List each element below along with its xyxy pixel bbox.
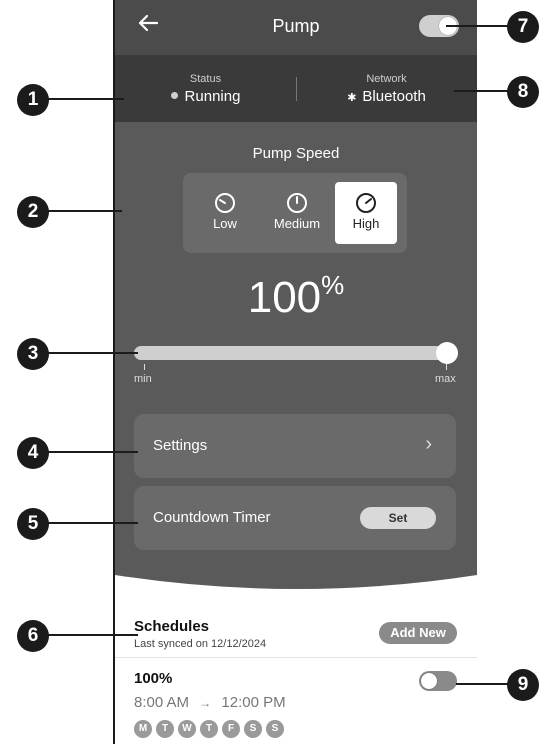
bluetooth-icon: ✱ [347,92,357,104]
day-badge: T [200,720,218,738]
callout-1: 1 [17,84,49,116]
status-value: Running [184,88,241,105]
callout-2: 2 [17,196,49,228]
speed-percent: 100% [115,270,477,323]
callout-line-3 [48,352,138,354]
settings-row[interactable]: Settings › [134,414,456,478]
status-section: Status Running [115,73,296,105]
callout-4: 4 [17,437,49,469]
speed-low-label: Low [213,216,237,231]
gauge-medium-icon [287,193,307,213]
speed-high-label: High [352,216,380,231]
day-badge: S [266,720,284,738]
speed-slider-track[interactable] [134,346,456,360]
app-header: Pump [115,0,477,55]
countdown-timer-row: Countdown Timer Set [134,486,456,550]
callout-9: 9 [507,669,539,701]
phone-screen: Pump Status Running Network ✱ Bluetooth P… [115,0,477,744]
settings-label: Settings [153,437,208,454]
speed-medium-label: Medium [273,216,321,231]
add-new-schedule-button[interactable]: Add New [379,622,457,644]
callout-line-2 [48,210,122,212]
callout-7: 7 [507,11,539,43]
callout-8: 8 [507,76,539,108]
callout-3: 3 [17,338,49,370]
status-dot-icon [170,92,178,99]
day-badge: M [134,720,152,738]
schedule-start-time: 8:00 AM [134,694,190,711]
countdown-timer-label: Countdown Timer [153,509,271,526]
callout-line-9 [456,683,508,685]
schedule-arrow-icon: → [199,696,212,710]
speed-selector: Low Medium High [183,173,407,253]
slider-max-tick [446,364,447,370]
callout-line-6 [48,634,138,636]
speed-medium-button[interactable]: Medium [263,182,331,244]
network-value: Bluetooth [362,88,426,105]
gauge-high-icon [356,193,376,213]
status-divider [296,77,297,101]
callout-line-8 [454,90,508,92]
speed-high-button[interactable]: High [335,182,397,244]
network-section: Network ✱ Bluetooth [296,73,477,105]
speed-percent-value: 100 [247,273,322,322]
speed-percent-symbol: % [321,270,345,300]
day-badge: T [156,720,174,738]
callout-line-5 [48,522,138,524]
schedule-item-title: 100% [134,670,173,687]
day-badge: S [244,720,262,738]
pump-speed-title: Pump Speed [252,145,340,162]
slider-min-label: min [134,373,152,385]
day-badge: F [222,720,240,738]
callout-5: 5 [17,508,49,540]
callout-line-1 [48,98,124,100]
toggle-knob [421,673,437,689]
callout-6: 6 [17,620,49,652]
set-timer-button[interactable]: Set [360,507,436,529]
last-synced-text: Last synced on 12/12/2024 [134,638,267,650]
speed-slider-thumb[interactable] [436,342,458,364]
schedule-end-time: 12:00 PM [221,694,286,711]
status-label: Status [189,73,222,85]
speed-low-button[interactable]: Low [195,182,255,244]
chevron-right-icon: › [425,433,432,455]
slider-max-label: max [435,373,456,385]
schedules-title: Schedules [134,618,210,635]
gauge-low-icon [215,193,235,213]
schedule-divider [115,657,477,658]
callout-line-7 [446,25,508,27]
callout-line-4 [48,451,138,453]
slider-min-tick [144,364,145,370]
schedule-toggle[interactable] [419,671,457,691]
day-badge: W [178,720,196,738]
schedule-days: MTWTFSS [134,718,288,738]
schedule-item-time: 8:00 AM → 12:00 PM [134,694,286,711]
panel-curve [115,575,477,595]
network-label: Network [366,73,407,85]
